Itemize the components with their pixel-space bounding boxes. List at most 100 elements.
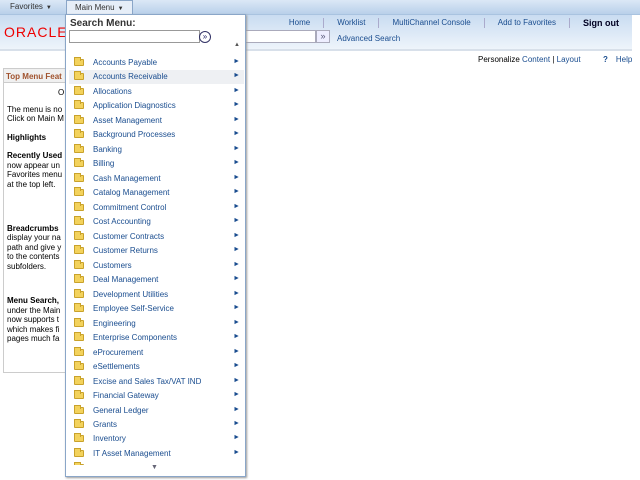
- search-go-icon[interactable]: »: [199, 31, 211, 43]
- panel-text-line: Highlights: [7, 133, 47, 142]
- menu-item-label: IT Asset Management: [93, 448, 171, 458]
- chevron-right-icon: ►: [233, 347, 240, 355]
- menu-item[interactable]: IT Asset Management ►: [69, 447, 244, 461]
- menu-item[interactable]: Accounts Payable ►: [69, 56, 244, 70]
- menu-item-label: Customer Contracts: [93, 231, 165, 241]
- chevron-right-icon: ►: [233, 72, 240, 80]
- menu-item[interactable]: Commitment Control ►: [69, 201, 244, 215]
- chevron-right-icon: ►: [233, 202, 240, 210]
- menu-item-label: Asset Management: [93, 115, 162, 125]
- advanced-search-link[interactable]: Advanced Search: [337, 34, 400, 43]
- menu-item[interactable]: Enterprise Components ►: [69, 331, 244, 345]
- menu-item-label: Engineering: [93, 318, 136, 328]
- chevron-right-icon: ►: [233, 58, 240, 65]
- folder-icon: [74, 346, 84, 356]
- chevron-right-icon: ►: [233, 304, 240, 312]
- chevron-right-icon: ►: [233, 318, 240, 326]
- menu-item[interactable]: Banking ►: [69, 143, 244, 157]
- menu-item-label: Accounts Payable: [93, 58, 158, 67]
- menu-item[interactable]: Catalog Management ►: [69, 186, 244, 200]
- header-search-input[interactable]: [240, 30, 316, 43]
- folder-icon: [74, 245, 84, 255]
- personalize-layout-link[interactable]: Layout: [557, 55, 581, 64]
- menu-item[interactable]: Excise and Sales Tax/VAT IND ►: [69, 375, 244, 389]
- menu-item[interactable]: Cash Management ►: [69, 172, 244, 186]
- menu-item[interactable]: Grants ►: [69, 418, 244, 432]
- panel-text-line: at the top left.: [7, 180, 56, 189]
- panel-title: Top Menu Feat: [4, 69, 72, 83]
- menu-item[interactable]: Inventory ►: [69, 432, 244, 446]
- menu-item-label: Commitment Control: [93, 202, 167, 212]
- panel-text-line: Recently Used: [7, 151, 63, 160]
- folder-icon: [74, 57, 84, 66]
- menu-item[interactable]: Customers ►: [69, 259, 244, 273]
- help-label: Help: [615, 55, 633, 64]
- search-menu-label: Search Menu:: [70, 18, 136, 29]
- scroll-up-icon[interactable]: ▲: [234, 42, 240, 48]
- menu-item-label: Financial Gateway: [93, 391, 159, 401]
- folder-icon: [74, 288, 84, 298]
- personalize-content-link[interactable]: Content: [522, 55, 550, 64]
- chevron-right-icon: ►: [233, 448, 240, 456]
- menu-item-label: Development Utilities: [93, 289, 169, 299]
- favorites-label: Favorites: [10, 2, 43, 11]
- chevron-right-icon: ►: [233, 246, 240, 254]
- personalize-bar: Personalize Content | Layout: [478, 55, 581, 64]
- chevron-right-icon: ►: [233, 231, 240, 239]
- chevron-right-icon: ►: [233, 376, 240, 384]
- menu-item[interactable]: Employee Self-Service ►: [69, 302, 244, 316]
- home-link[interactable]: Home: [276, 18, 323, 28]
- multichannel-console-link[interactable]: MultiChannel Console: [378, 18, 483, 28]
- menu-item[interactable]: Asset Management ►: [69, 114, 244, 128]
- folder-icon: [74, 447, 84, 457]
- menu-item[interactable]: General Ledger ►: [69, 404, 244, 418]
- menu-item[interactable]: eProcurement ►: [69, 346, 244, 360]
- folder-icon: [74, 361, 84, 371]
- main-menu-label: Main Menu: [75, 3, 115, 12]
- scroll-down-icon[interactable]: ▼: [151, 464, 158, 471]
- chevron-right-icon: ►: [233, 260, 240, 268]
- sign-out-link[interactable]: Sign out: [569, 18, 632, 28]
- menu-item-label: Grants: [93, 420, 118, 429]
- folder-icon: [74, 259, 84, 269]
- folder-icon: [74, 433, 84, 443]
- worklist-link[interactable]: Worklist: [323, 18, 378, 28]
- menu-item-label: Background Processes: [93, 130, 176, 140]
- folder-icon: [74, 85, 84, 95]
- menu-item-label: Allocations: [93, 86, 132, 96]
- folder-icon: [74, 201, 84, 211]
- folder-icon: [74, 71, 84, 81]
- personalize-label: Personalize: [478, 55, 520, 64]
- main-menu[interactable]: Main Menu ▼: [66, 0, 133, 15]
- panel-text-line: Click on Main M: [7, 114, 64, 123]
- menu-item[interactable]: Background Processes ►: [69, 128, 244, 142]
- menu-item[interactable]: Development Utilities ►: [69, 288, 244, 302]
- panel-text-line: now supports t: [7, 315, 60, 324]
- menu-item[interactable]: Engineering ►: [69, 317, 244, 331]
- menu-item[interactable]: Billing ►: [69, 157, 244, 171]
- folder-icon: [74, 114, 84, 124]
- menu-item[interactable]: Financial Gateway ►: [69, 389, 244, 403]
- menu-item-label: Inventory: [93, 434, 126, 444]
- menu-item[interactable]: Allocations ►: [69, 85, 244, 99]
- add-to-favorites-link[interactable]: Add to Favorites: [483, 18, 569, 28]
- folder-icon: [74, 404, 84, 414]
- header-search-button[interactable]: »: [316, 30, 330, 43]
- chevron-right-icon: ►: [233, 173, 240, 181]
- menu-item[interactable]: Accounts Receivable ►: [69, 70, 244, 85]
- menu-item[interactable]: eSettlements ►: [69, 360, 244, 374]
- menu-item[interactable]: Cost Accounting ►: [69, 215, 244, 229]
- chevron-right-icon: ►: [233, 101, 240, 109]
- menu-search-input[interactable]: [69, 30, 200, 43]
- help-icon: ?: [603, 55, 608, 64]
- menu-item[interactable]: Customer Returns ►: [69, 244, 244, 258]
- favorites-menu[interactable]: Favorites ▼: [2, 0, 60, 15]
- menu-item[interactable]: Customer Contracts ►: [69, 230, 244, 244]
- help-link[interactable]: ? Help: [603, 55, 632, 64]
- menu-item[interactable]: Deal Management ►: [69, 273, 244, 287]
- folder-icon: [74, 143, 84, 153]
- panel-text-line: pages much fa: [7, 334, 60, 343]
- menu-item[interactable]: Application Diagnostics ►: [69, 99, 244, 113]
- menu-item-label: General Ledger: [93, 405, 149, 415]
- folder-icon: [74, 230, 84, 240]
